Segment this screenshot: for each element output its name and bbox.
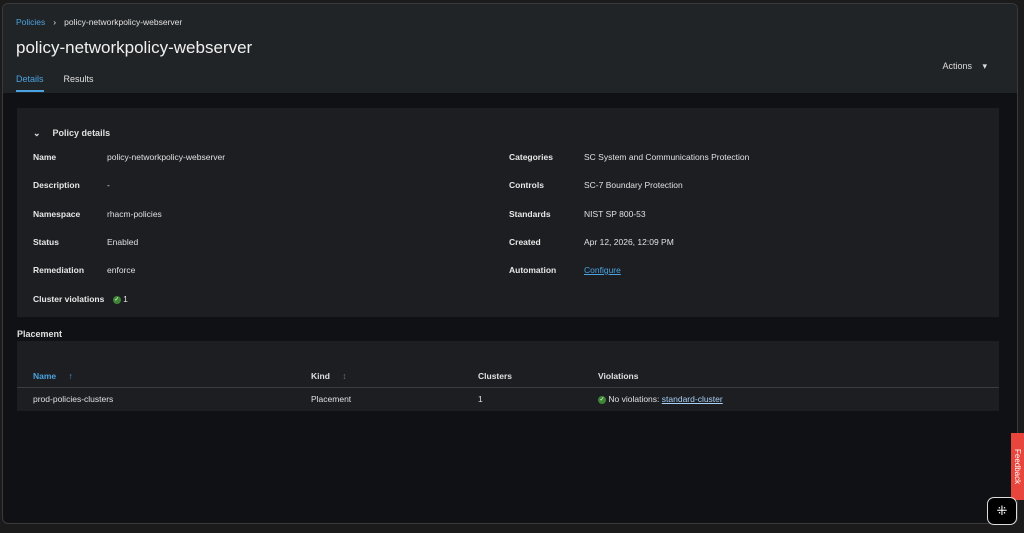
cell-clusters: 1 [478,394,483,404]
detail-value: enforce [107,265,136,275]
breadcrumb-policies-link[interactable]: Policies [16,17,45,27]
detail-label: Controls [509,180,544,190]
detail-namespace: Namespace rhacm-policies [33,209,162,219]
tab-details[interactable]: Details [16,74,44,92]
cell-kind: Placement [311,394,352,404]
detail-standards: Standards NIST SP 800-53 [509,209,646,219]
cell-name: prod-policies-clusters [33,394,114,404]
detail-label: Automation [509,265,557,275]
detail-automation: Automation Configure [509,265,621,275]
column-header-clusters: Clusters [478,371,513,381]
actions-dropdown[interactable]: Actions ▾ [942,61,987,72]
detail-value: Apr 12, 2026, 12:09 PM [584,237,674,247]
detail-value: SC-7 Boundary Protection [584,180,683,190]
detail-label: Remediation [33,265,85,275]
detail-value: - [107,180,110,190]
page-header: Policies › policy-networkpolicy-webserve… [3,4,1017,93]
detail-categories: Categories SC System and Communications P… [509,152,749,162]
column-label: Kind [311,371,330,381]
detail-remediation: Remediation enforce [33,265,135,275]
detail-cluster-violations: Cluster violations ✓ 1 [33,294,128,304]
assistant-launcher-button[interactable]: ⁜ [987,497,1017,525]
breadcrumb: Policies › policy-networkpolicy-webserve… [16,17,182,27]
chevron-right-icon: › [53,17,57,27]
policy-details-heading: Policy details [52,128,111,138]
column-label: Name [33,371,57,381]
feedback-tab[interactable]: Feedback [1011,433,1024,500]
chevron-down-icon: ⌄ [33,128,41,138]
detail-value: policy-networkpolicy-webserver [107,152,226,162]
placement-heading: Placement [17,329,63,339]
detail-value: rhacm-policies [107,209,162,219]
detail-description: Description - [33,180,110,190]
column-header-name[interactable]: Name ↑ [33,371,73,381]
cell-violations: ✓ No violations: standard-cluster [598,394,723,404]
check-circle-icon: ✓ [112,295,121,304]
detail-value: Enabled [107,237,139,247]
detail-controls: Controls SC-7 Boundary Protection [509,180,683,190]
page-title: policy-networkpolicy-webserver [16,38,253,57]
detail-value: SC System and Communications Protection [584,152,750,162]
policy-details-card: ⌄ Policy details Name policy-networkpolicy… [17,108,999,317]
actions-label: Actions [942,61,972,71]
detail-label: Name [33,152,57,162]
policy-details-toggle[interactable]: ⌄ Policy details [33,128,110,139]
configure-automation-link[interactable]: Configure [584,265,621,275]
sort-icon: ↕ [342,371,347,381]
app-frame: Policies › policy-networkpolicy-webserve… [2,3,1018,524]
detail-label: Namespace [33,209,81,219]
feedback-label: Feedback [1013,448,1022,485]
table-divider [17,387,999,388]
detail-label: Description [33,180,80,190]
check-circle-icon: ✓ [598,395,606,404]
placement-table: Name ↑ Kind ↕ Clusters Violations prod-p… [17,341,999,411]
detail-label: Standards [509,209,551,219]
detail-value: 1 [123,294,128,304]
tab-results[interactable]: Results [64,74,94,92]
detail-value: NIST SP 800-53 [584,209,646,219]
detail-label: Categories [509,152,553,162]
tabs: Details Results [16,74,94,92]
column-header-violations: Violations [598,371,639,381]
standard-cluster-link[interactable]: standard-cluster [662,394,723,404]
caret-down-icon: ▾ [982,61,987,71]
detail-label: Created [509,237,541,247]
violations-text: No violations: [608,394,660,404]
column-header-kind[interactable]: Kind ↕ [311,371,347,381]
detail-label: Cluster violations [33,294,105,304]
detail-label: Status [33,237,59,247]
detail-status: Status Enabled [33,237,138,247]
detail-created: Created Apr 12, 2026, 12:09 PM [509,237,674,247]
sort-ascending-icon: ↑ [68,371,73,381]
detail-name: Name policy-networkpolicy-webserver [33,152,225,162]
breadcrumb-current: policy-networkpolicy-webserver [64,17,183,27]
sparkle-icon: ⁜ [996,503,1008,518]
